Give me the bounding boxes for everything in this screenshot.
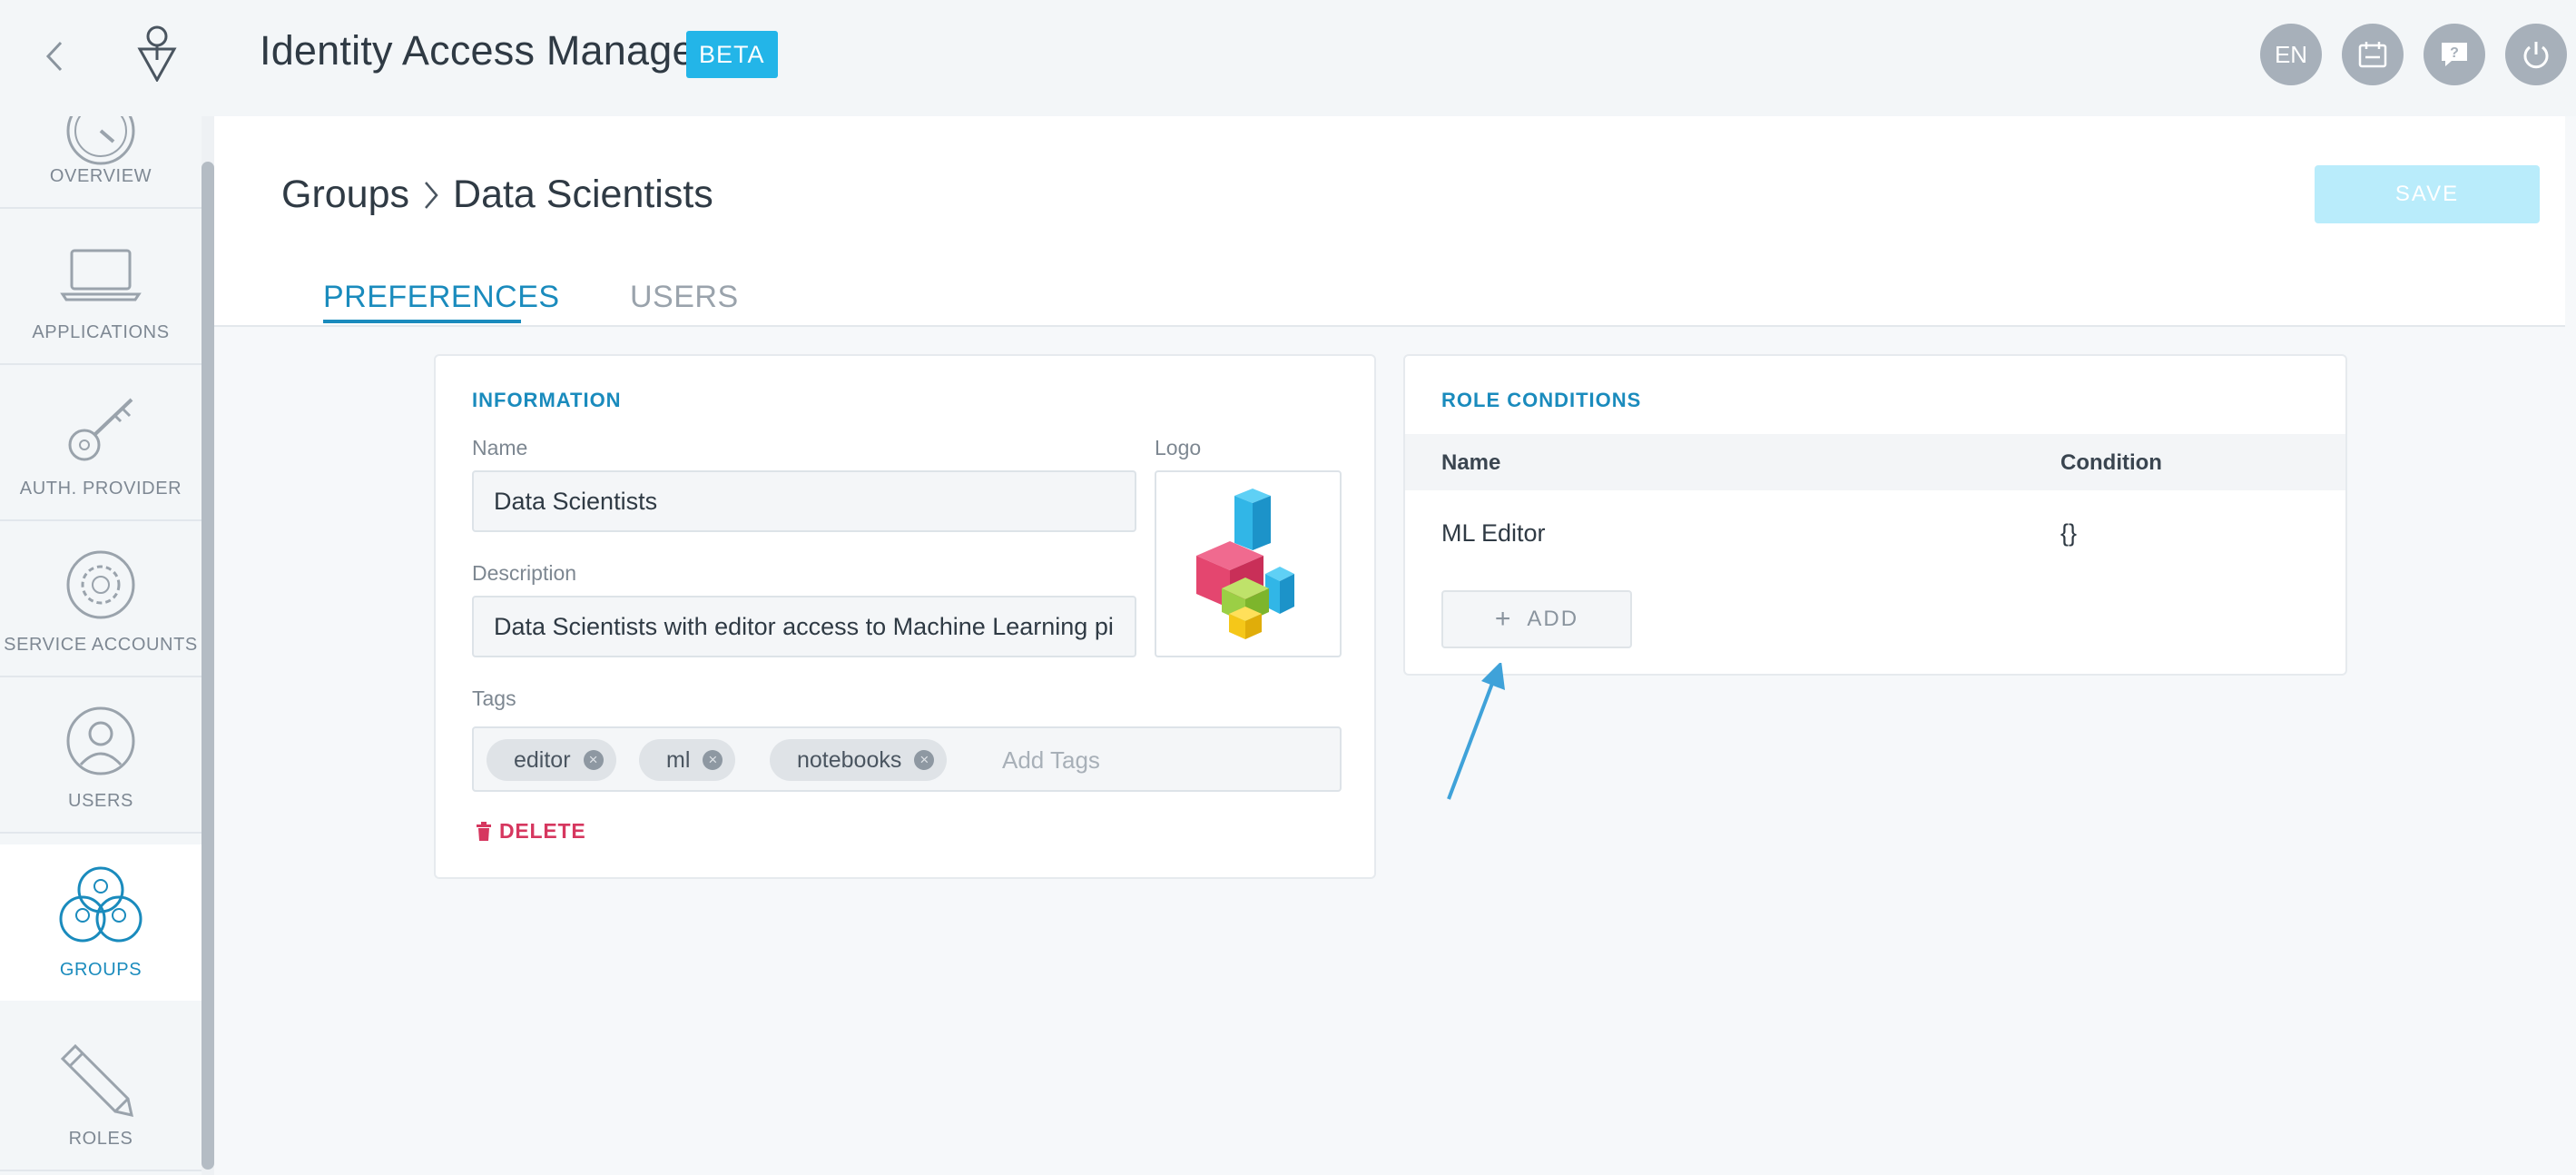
power-button[interactable] — [2505, 24, 2567, 85]
role-name-cell[interactable]: ML Editor — [1441, 519, 1546, 548]
sidebar-item-users[interactable]: USERS — [0, 677, 202, 834]
sidebar-item-label: SERVICE ACCOUNTS — [4, 635, 198, 655]
sidebar-item-applications[interactable]: APPLICATIONS — [0, 209, 202, 365]
sidebar-item-roles[interactable]: ROLES — [0, 1015, 202, 1171]
remove-tag-icon[interactable]: × — [703, 750, 723, 770]
tags-label: Tags — [472, 686, 516, 710]
trash-icon — [477, 821, 491, 841]
tag-chip: notebooks × — [770, 739, 948, 781]
role-condition-cell[interactable]: {} — [2060, 519, 2077, 548]
back-button[interactable] — [34, 33, 74, 80]
language-label: EN — [2274, 40, 2308, 68]
group-icon — [59, 866, 143, 943]
column-header-condition: Condition — [2060, 450, 2162, 475]
description-input[interactable] — [472, 596, 1136, 657]
breadcrumb-parent[interactable]: Groups — [281, 173, 409, 217]
logo-picker[interactable] — [1155, 470, 1342, 657]
sidebar: OVERVIEW APPLICATIONS AUTH. PROVIDER SER… — [0, 116, 202, 1175]
svg-text:?: ? — [2450, 45, 2459, 61]
calendar-icon — [2358, 42, 2387, 68]
chevron-left-icon — [45, 41, 63, 72]
app-logo-icon — [137, 25, 177, 82]
name-input[interactable] — [472, 470, 1136, 532]
breadcrumb-current: Data Scientists — [453, 173, 713, 216]
save-button[interactable]: SAVE — [2315, 165, 2540, 223]
sidebar-item-label: USERS — [68, 791, 133, 811]
tab-users[interactable]: USERS — [630, 280, 739, 315]
app-title: Identity Access Manager — [260, 27, 709, 74]
sidebar-item-label: GROUPS — [59, 960, 143, 980]
key-icon — [68, 398, 133, 461]
top-bar: Identity Access Manager BETA EN ? — [0, 0, 2576, 116]
delete-button[interactable]: DELETE — [476, 819, 586, 844]
logo-label: Logo — [1155, 436, 1202, 459]
add-tags-input[interactable] — [1002, 741, 1274, 779]
information-title: INFORMATION — [472, 389, 622, 411]
calendar-button[interactable] — [2342, 24, 2404, 85]
tag-text: editor — [514, 746, 571, 773]
sidebar-item-label: AUTH. PROVIDER — [19, 479, 182, 499]
sidebar-item-label: OVERVIEW — [49, 166, 152, 186]
name-label: Name — [472, 436, 528, 459]
pencil-icon — [60, 1043, 133, 1117]
language-button[interactable]: EN — [2260, 24, 2322, 85]
help-button[interactable]: ? — [2424, 24, 2485, 85]
delete-label: DELETE — [499, 819, 586, 843]
tag-text: notebooks — [797, 746, 902, 773]
tag-text: ml — [666, 746, 691, 773]
plus-icon: + — [1494, 604, 1513, 634]
active-tab-indicator — [323, 320, 521, 323]
chevron-right-icon — [422, 179, 440, 212]
group-logo-icon — [1196, 489, 1294, 639]
role-conditions-card: ROLE CONDITIONS Name Condition ML Editor… — [1403, 354, 2347, 676]
help-icon: ? — [2442, 43, 2467, 66]
remove-tag-icon[interactable]: × — [583, 750, 604, 770]
breadcrumb: Groups Data Scientists — [281, 173, 713, 217]
user-icon — [66, 706, 135, 775]
sidebar-scroll-thumb[interactable] — [202, 162, 214, 1170]
tab-preferences[interactable]: PREFERENCES — [323, 280, 560, 315]
sidebar-item-label: ROLES — [68, 1129, 133, 1149]
laptop-icon — [60, 249, 142, 301]
sidebar-item-groups[interactable]: GROUPS — [0, 844, 202, 1001]
gear-icon — [66, 550, 135, 619]
description-label: Description — [472, 561, 577, 585]
table-header: Name Condition — [1405, 434, 2345, 490]
sidebar-item-auth-provider[interactable]: AUTH. PROVIDER — [0, 365, 202, 521]
add-label: ADD — [1527, 607, 1579, 631]
column-header-name: Name — [1441, 450, 1501, 475]
add-role-condition-button[interactable]: + ADD — [1441, 590, 1632, 648]
tags-field[interactable]: editor × ml × notebooks × — [472, 726, 1342, 792]
sidebar-item-label: APPLICATIONS — [32, 322, 170, 342]
page-header: Groups Data Scientists SAVE PREFERENCES … — [214, 116, 2565, 327]
power-icon — [2523, 42, 2549, 69]
tag-chip: editor × — [487, 739, 616, 781]
tag-chip: ml × — [639, 739, 736, 781]
beta-badge: BETA — [686, 31, 778, 78]
sidebar-item-service-accounts[interactable]: SERVICE ACCOUNTS — [0, 521, 202, 677]
information-card: INFORMATION Name Logo Descriptio — [434, 354, 1376, 879]
sidebar-item-overview[interactable]: OVERVIEW — [0, 116, 202, 209]
remove-tag-icon[interactable]: × — [914, 750, 935, 770]
role-conditions-title: ROLE CONDITIONS — [1441, 389, 1642, 411]
annotation-arrow — [1447, 663, 1505, 800]
